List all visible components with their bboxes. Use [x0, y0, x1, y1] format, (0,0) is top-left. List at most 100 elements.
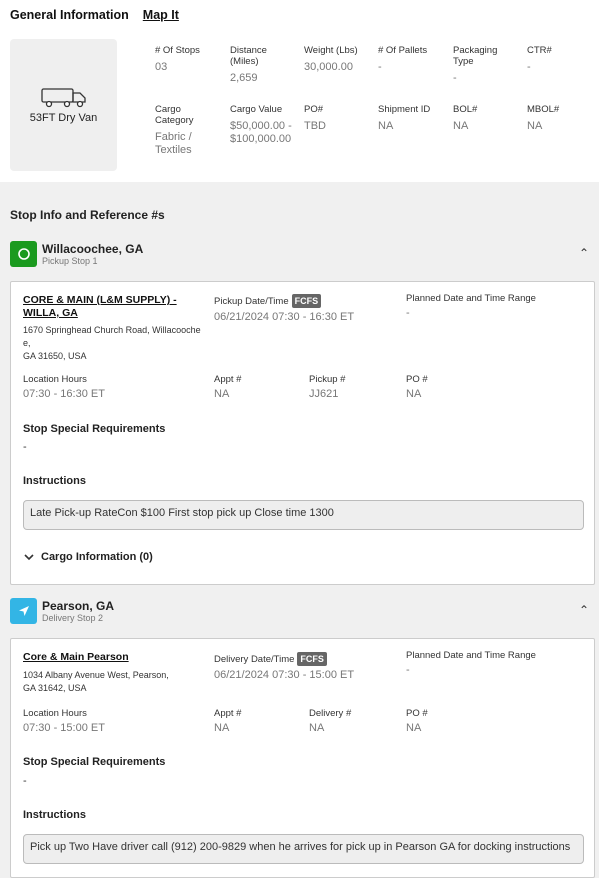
facility-name-link[interactable]: Core & Main Pearson	[23, 651, 203, 664]
field-label: Shipment ID	[378, 104, 431, 115]
instructions-heading: Instructions	[23, 475, 86, 487]
ref-label: Delivery #	[309, 708, 352, 719]
field-pallets: # Of Pallets -	[378, 45, 450, 74]
field-label: MBOL#	[527, 104, 560, 115]
date-label: Delivery Date/Time	[214, 654, 295, 665]
delivery-number: Delivery # NA	[309, 708, 351, 735]
special-requirements-heading: Stop Special Requirements	[23, 423, 166, 435]
date-value: 06/21/2024 07:30 - 15:00 ET	[214, 668, 355, 681]
field-value: NA	[527, 120, 543, 132]
hours-label: Location Hours	[23, 374, 87, 385]
truck-icon	[40, 88, 86, 108]
field-label: Packaging Type	[453, 45, 498, 67]
cargo-information-toggle[interactable]: Cargo Information (0)	[23, 551, 153, 563]
field-cargo-value: Cargo Value $50,000.00 - $100,000.00	[230, 104, 302, 146]
po-number: PO # NA	[406, 708, 428, 735]
location-hours: Location Hours 07:30 - 15:00 ET	[23, 708, 105, 735]
general-tabs: General Information Map It	[10, 8, 179, 22]
collapse-chevron-up-icon[interactable]: ⌃	[579, 246, 589, 260]
field-value: -	[453, 72, 457, 84]
po-value: NA	[406, 722, 422, 734]
field-value: TBD	[304, 120, 326, 132]
field-label: Weight (Lbs)	[304, 45, 358, 56]
cargo-information-label: Cargo Information (0)	[41, 551, 153, 563]
stop-badge	[10, 598, 37, 624]
field-value: NA	[453, 120, 469, 132]
stop-card-delivery: Core & Main Pearson 1034 Albany Avenue W…	[10, 638, 595, 878]
field-po: PO# TBD	[304, 104, 376, 133]
planned-range: Planned Date and Time Range -	[406, 293, 536, 320]
special-requirements-value: -	[23, 441, 27, 453]
field-label: CTR#	[527, 45, 552, 56]
po-value: NA	[406, 388, 422, 400]
field-value: -	[527, 61, 531, 73]
stop-city: Willacoochee, GA	[42, 241, 144, 256]
stop-badge	[10, 241, 37, 267]
instructions-box: Pick up Two Have driver call (912) 200-9…	[23, 834, 584, 864]
field-label: BOL#	[453, 104, 478, 115]
field-packaging: Packaging Type -	[453, 45, 525, 85]
field-label: Distance (Miles)	[230, 45, 267, 67]
po-number: PO # NA	[406, 374, 428, 401]
address-line-1: 1034 Albany Avenue West, Pearson,	[23, 670, 169, 680]
field-stops: # Of Stops 03	[155, 45, 227, 74]
hours-value: 07:30 - 15:00 ET	[23, 722, 105, 734]
delivery-datetime: Delivery Date/Time FCFS 06/21/2024 07:30 …	[214, 651, 354, 682]
field-bol: BOL# NA	[453, 104, 525, 133]
facility-address: 1034 Albany Avenue West, Pearson, GA 316…	[23, 669, 203, 695]
ref-label: Pickup #	[309, 374, 346, 385]
field-value: -	[378, 61, 382, 73]
equipment-type: 53FT Dry Van	[29, 112, 98, 124]
stop-header-pickup[interactable]: Willacoochee, GA Pickup Stop 1	[10, 241, 143, 267]
map-it-link[interactable]: Map It	[143, 8, 179, 22]
field-label: # Of Pallets	[378, 45, 428, 56]
instructions-box: Late Pick-up RateCon $100 First stop pic…	[23, 500, 584, 530]
field-value: $50,000.00 - $100,000.00	[230, 120, 292, 145]
field-label: Cargo Value	[230, 104, 283, 115]
date-value: 06/21/2024 07:30 - 16:30 ET	[214, 310, 355, 323]
planned-range: Planned Date and Time Range -	[406, 650, 536, 677]
field-label: # Of Stops	[155, 45, 200, 56]
appt-value: NA	[214, 388, 230, 400]
field-ctr: CTR# -	[527, 45, 599, 74]
hours-label: Location Hours	[23, 708, 87, 719]
tab-general-information[interactable]: General Information	[10, 8, 129, 22]
fcfs-badge: FCFS	[291, 293, 322, 308]
field-cargo-category: Cargo Category Fabric / Textiles	[155, 104, 227, 157]
collapse-chevron-up-icon[interactable]: ⌃	[579, 603, 589, 617]
special-requirements-value: -	[23, 775, 27, 787]
circle-icon	[17, 248, 30, 260]
stop-type: Delivery Stop 2	[42, 612, 104, 623]
stop-card-pickup: CORE & MAIN (L&M SUPPLY) - WILLA, GA 167…	[10, 281, 595, 585]
ref-value: NA	[309, 722, 325, 734]
appt-value: NA	[214, 722, 230, 734]
field-value: Fabric / Textiles	[155, 131, 192, 156]
address-line-2: GA 31642, USA	[23, 683, 87, 693]
location-hours: Location Hours 07:30 - 16:30 ET	[23, 374, 105, 401]
appt-label: Appt #	[214, 374, 242, 385]
general-information-panel: General Information Map It 53FT Dry Van …	[0, 0, 599, 182]
appt-number: Appt # NA	[214, 708, 241, 735]
planned-value: -	[406, 664, 410, 676]
special-requirements-heading: Stop Special Requirements	[23, 756, 166, 768]
address-line-1: 1670 Springhead Church Road, Willacooche…	[23, 325, 201, 348]
equipment-card: 53FT Dry Van	[10, 39, 117, 171]
stop-city: Pearson, GA	[42, 598, 115, 613]
stop-type: Pickup Stop 1	[42, 255, 98, 266]
address-line-2: GA 31650, USA	[23, 351, 87, 361]
fcfs-badge: FCFS	[297, 651, 327, 666]
chevron-down-icon	[24, 554, 34, 561]
facility-address: 1670 Springhead Church Road, Willacooche…	[23, 324, 201, 363]
facility-name-link[interactable]: CORE & MAIN (L&M SUPPLY) - WILLA, GA	[23, 294, 203, 320]
planned-label: Planned Date and Time Range	[406, 650, 536, 661]
planned-value: -	[406, 307, 410, 319]
field-mbol: MBOL# NA	[527, 104, 599, 133]
po-label: PO #	[406, 374, 428, 385]
stop-header-delivery[interactable]: Pearson, GA Delivery Stop 2	[10, 598, 114, 624]
field-value: 30,000.00	[304, 61, 353, 73]
appt-label: Appt #	[214, 708, 242, 719]
instructions-heading: Instructions	[23, 809, 86, 821]
field-value: NA	[378, 120, 394, 132]
field-weight: Weight (Lbs) 30,000.00	[304, 45, 376, 74]
field-value: 2,659	[230, 72, 258, 84]
